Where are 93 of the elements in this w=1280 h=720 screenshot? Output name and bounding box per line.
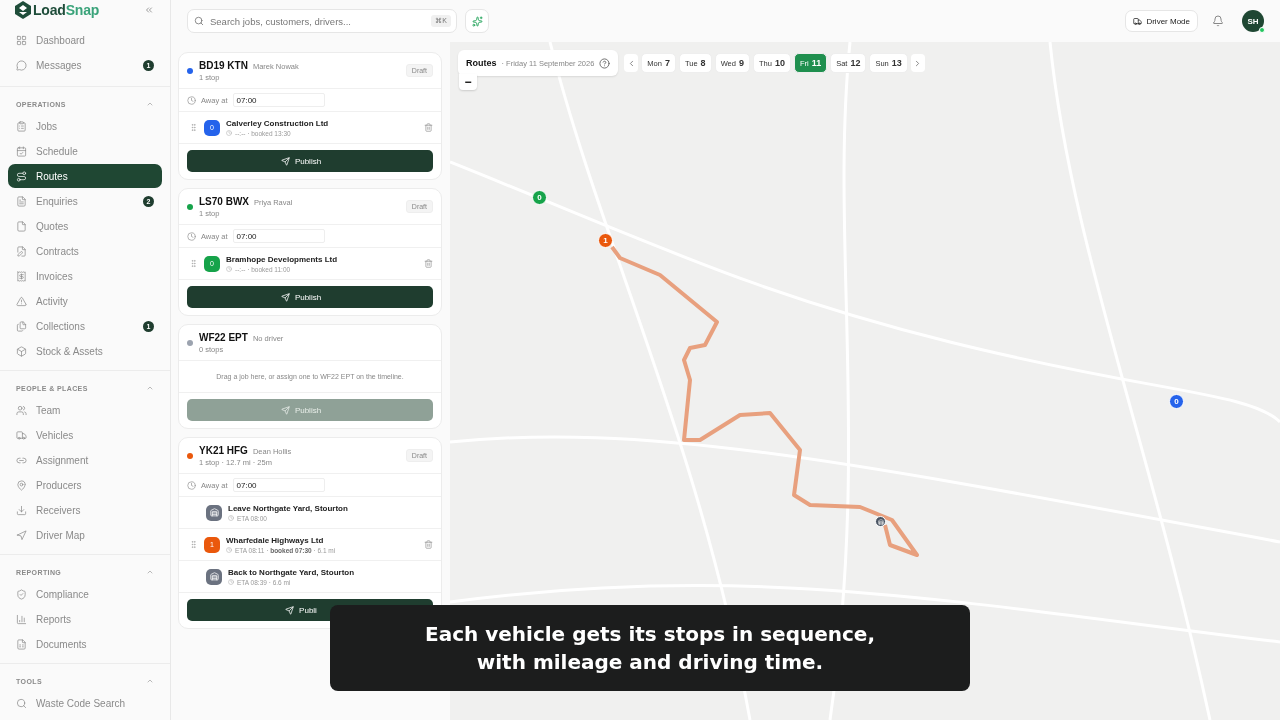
chevron-up-icon[interactable]: [146, 568, 154, 576]
chat-icon: [16, 59, 27, 71]
sidebar-item[interactable]: Contracts: [8, 239, 162, 263]
driver-mode-button[interactable]: Driver Mode: [1125, 10, 1198, 32]
sidebar-item[interactable]: Compliance: [8, 582, 162, 606]
collapse-icon[interactable]: [144, 5, 154, 15]
clock-icon: [187, 95, 196, 105]
sidebar-item[interactable]: Quotes: [8, 214, 162, 238]
sidebar-item[interactable]: Team: [8, 398, 162, 422]
shield-icon: [16, 588, 27, 600]
depot-marker-icon[interactable]: [875, 516, 886, 527]
sidebar-item[interactable]: Waste Code Search: [8, 691, 162, 715]
send-icon: [285, 605, 295, 615]
stop-name: Wharfedale Highways Ltd: [226, 535, 325, 545]
sidebar-item[interactable]: Jobs: [8, 114, 162, 138]
clock-icon: [228, 515, 234, 521]
help-icon[interactable]: [599, 57, 611, 69]
clock-icon: [187, 480, 196, 490]
chevron-up-icon[interactable]: [146, 384, 154, 392]
bell-icon: [1212, 15, 1224, 27]
document-icon: [16, 638, 27, 650]
drag-handle-icon[interactable]: [189, 540, 198, 549]
calendar-icon: [16, 145, 27, 157]
stop-name: Leave Northgate Yard, Stourton: [228, 503, 349, 513]
send-icon: [280, 292, 290, 302]
clock-icon: [226, 130, 232, 136]
sidebar-item[interactable]: Routes: [8, 164, 162, 188]
delete-icon[interactable]: [424, 259, 433, 268]
sidebar-item[interactable]: Dashboard: [8, 28, 162, 52]
clock-icon: [187, 231, 196, 241]
sidebar-item[interactable]: Invoices: [8, 264, 162, 288]
warning-icon: [16, 295, 27, 307]
list-icon: [16, 195, 27, 207]
people-icon: [16, 404, 27, 416]
route-icon: [16, 170, 27, 182]
delete-icon[interactable]: [424, 123, 433, 132]
sidebar-item[interactable]: Producers: [8, 473, 162, 497]
bar-chart-icon: [16, 613, 27, 625]
delete-icon[interactable]: [424, 540, 433, 549]
next-button[interactable]: [910, 54, 925, 72]
caption-toast: Each vehicle gets its stops in sequence, with mileage and driving time.: [330, 605, 970, 691]
sparkle-button[interactable]: [465, 9, 489, 33]
search-icon: [194, 16, 204, 26]
sidebar-item[interactable]: Driver Map: [8, 523, 162, 547]
vehicle-plate: BD19 KTN: [199, 60, 248, 71]
chevron-up-icon[interactable]: [146, 100, 154, 108]
truck-icon: [16, 429, 27, 441]
depot-icon: [206, 504, 222, 521]
truck-icon: [1133, 16, 1143, 26]
download-icon: [16, 504, 27, 516]
clipboard-icon: [16, 120, 27, 132]
clock-icon: [226, 266, 232, 272]
vehicle-plate: WF22 EPT: [199, 332, 248, 343]
publish-button[interactable]: Publish: [187, 150, 433, 172]
navigation-icon: [16, 529, 27, 541]
sidebar-item[interactable]: Schedule: [8, 139, 162, 163]
chevron-up-icon[interactable]: [146, 677, 154, 685]
document-icon: [16, 320, 27, 332]
sidebar-item[interactable]: Activity: [8, 289, 162, 313]
sparkle-icon: [471, 15, 483, 27]
send-icon: [280, 405, 290, 415]
stop-name: Calverley Construction Ltd: [226, 118, 330, 128]
grid-icon: [16, 34, 27, 46]
search-icon: [16, 697, 27, 709]
sidebar-item[interactable]: Stock & Assets: [8, 339, 162, 363]
stop-name: Bramhope Developments Ltd: [226, 254, 339, 264]
vehicle-plate: LS70 BWX: [199, 196, 249, 207]
document-icon: [16, 220, 27, 232]
cube-icon: [16, 345, 27, 357]
receipt-icon: [16, 270, 27, 282]
sidebar-item[interactable]: Vehicles: [8, 423, 162, 447]
map-marker[interactable]: 0: [1169, 394, 1184, 409]
depot-icon: [206, 568, 222, 585]
send-icon: [280, 156, 290, 166]
zoom-out-button[interactable]: −: [459, 74, 477, 90]
brand-name: LoadSnap: [33, 2, 100, 18]
user-avatar[interactable]: SH: [1242, 10, 1264, 32]
clock-icon: [226, 547, 232, 553]
previous-button[interactable]: [624, 54, 639, 72]
vehicle-plate: YK21 HFG: [199, 445, 248, 456]
document-pen-icon: [16, 245, 27, 257]
sidebar-item[interactable]: Documents: [8, 632, 162, 656]
drag-handle-icon[interactable]: [189, 259, 198, 268]
clock-icon: [228, 579, 234, 585]
pin-icon: [16, 479, 27, 491]
stop-name: Back to Northgate Yard, Stourton: [228, 567, 356, 577]
time-field[interactable]: 07:00: [232, 229, 325, 243]
drag-handle-icon[interactable]: [189, 123, 198, 132]
map-title: Routes: [466, 58, 497, 68]
time-field[interactable]: 07:00: [232, 93, 325, 107]
time-field[interactable]: 07:00: [232, 478, 325, 492]
publish-button[interactable]: Publish: [187, 286, 433, 308]
map-marker[interactable]: 1: [598, 233, 613, 248]
